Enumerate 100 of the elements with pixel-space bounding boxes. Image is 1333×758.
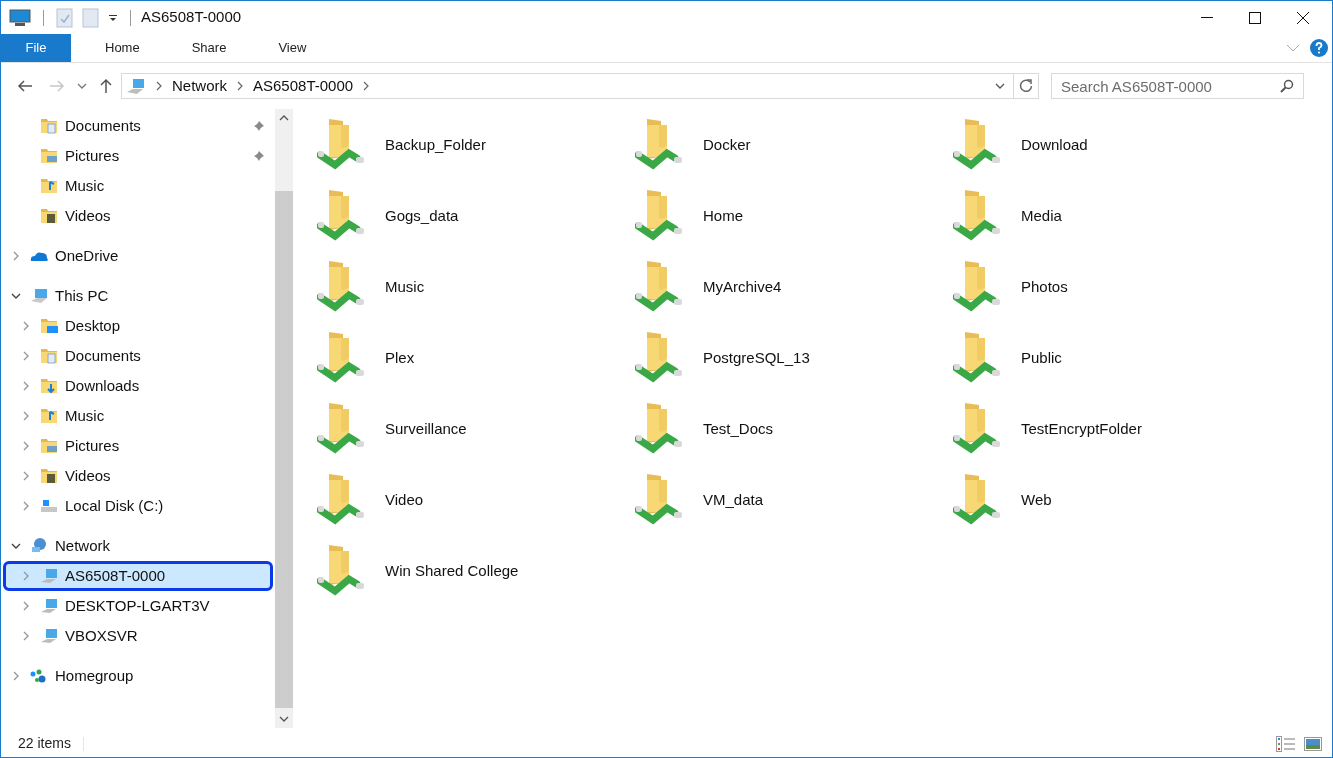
tree-item[interactable]: OneDrive <box>3 241 273 271</box>
chevron-right-icon[interactable] <box>11 671 21 681</box>
tree-item[interactable]: Music <box>3 401 273 431</box>
help-icon[interactable] <box>1310 39 1328 57</box>
tree-item[interactable]: Documents <box>3 341 273 371</box>
chevron-down-icon[interactable] <box>995 83 1005 89</box>
scrollbar[interactable] <box>275 109 293 728</box>
details-view-icon[interactable] <box>1276 735 1296 752</box>
tree-item-label: Downloads <box>65 375 141 396</box>
folder-item[interactable]: Home <box>635 186 953 246</box>
folder-item[interactable]: Plex <box>317 328 635 388</box>
folder-name: Music <box>385 276 425 297</box>
tree-item-label: OneDrive <box>55 245 120 266</box>
tree-item[interactable]: This PC <box>3 281 273 311</box>
tree-item[interactable]: Desktop <box>3 311 273 341</box>
folder-name: Plex <box>385 347 415 368</box>
scroll-up-icon[interactable] <box>279 115 289 121</box>
chevron-right-icon[interactable] <box>21 411 31 421</box>
chevron-right-icon[interactable] <box>21 351 31 361</box>
pin-icon[interactable] <box>253 120 265 132</box>
ribbon-tab[interactable]: Share <box>173 34 245 62</box>
large-icons-view-icon[interactable] <box>1304 736 1322 751</box>
folder-item[interactable]: Media <box>953 186 1271 246</box>
folder-item[interactable]: VM_data <box>635 470 953 530</box>
tree-item-label: Local Disk (C:) <box>65 495 165 516</box>
ribbon-tab[interactable]: File <box>1 34 71 62</box>
chevron-right-icon[interactable] <box>363 81 370 91</box>
chevron-right-icon[interactable] <box>21 631 31 641</box>
minimize-icon <box>1201 16 1213 19</box>
folder-item[interactable]: TestEncryptFolder <box>953 399 1271 459</box>
folder-item[interactable]: Test_Docs <box>635 399 953 459</box>
folder-item[interactable]: Win Shared College <box>317 541 635 601</box>
tree-item-label: Homegroup <box>55 665 135 686</box>
chevron-right-icon[interactable] <box>156 81 162 91</box>
tree-item-label: Pictures <box>65 435 121 456</box>
tree-item[interactable]: Videos <box>3 461 273 491</box>
tree-item-label: Videos <box>65 205 112 226</box>
chevron-right-icon[interactable] <box>21 501 31 511</box>
tree-item[interactable]: Downloads <box>3 371 273 401</box>
folder-item[interactable]: Gogs_data <box>317 186 635 246</box>
folder-item[interactable]: PostgreSQL_13 <box>635 328 953 388</box>
pin-icon[interactable] <box>253 150 265 162</box>
tree-item-label: Desktop <box>65 315 122 336</box>
chevron-right-icon[interactable] <box>21 471 31 481</box>
tree-item[interactable]: Network <box>3 531 273 561</box>
tree-item[interactable]: Documents <box>3 111 273 141</box>
chevron-right-icon[interactable] <box>21 321 31 331</box>
folder-item[interactable]: MyArchive4 <box>635 257 953 317</box>
address-bar[interactable]: Network AS6508T-0000 <box>121 73 1014 99</box>
chevron-right-icon[interactable] <box>21 601 31 611</box>
folder-item[interactable]: Public <box>953 328 1271 388</box>
scroll-down-icon[interactable] <box>279 716 289 722</box>
folder-name: Backup_Folder <box>385 134 486 155</box>
tree-item-label: Network <box>55 535 111 556</box>
computer-icon <box>126 77 146 95</box>
folder-name: MyArchive4 <box>703 276 782 297</box>
computer-icon[interactable] <box>9 8 31 27</box>
up-arrow-icon[interactable] <box>99 78 113 94</box>
folder-item[interactable]: Download <box>953 115 1271 175</box>
breadcrumb[interactable]: Network <box>172 74 227 98</box>
tree-item-label: Pictures <box>65 145 121 166</box>
tree-item[interactable]: Videos <box>3 201 273 231</box>
back-arrow-icon[interactable] <box>17 79 33 93</box>
chevron-down-icon[interactable] <box>11 291 21 301</box>
folder-name: Media <box>1021 205 1062 226</box>
folder-name: Photos <box>1021 276 1068 297</box>
ribbon-tab[interactable]: Home <box>87 34 158 62</box>
folder-item[interactable]: Surveillance <box>317 399 635 459</box>
tree-item[interactable]: Music <box>3 171 273 201</box>
folder-item[interactable]: Video <box>317 470 635 530</box>
folder-name: Public <box>1021 347 1062 368</box>
chevron-down-icon[interactable] <box>11 541 21 551</box>
ribbon-tab[interactable]: View <box>260 34 325 62</box>
dropdown-icon[interactable] <box>108 12 118 23</box>
chevron-right-icon[interactable] <box>11 251 21 261</box>
folder-item[interactable]: Web <box>953 470 1271 530</box>
scrollbar-thumb[interactable] <box>275 191 293 708</box>
search-field[interactable]: Search AS6508T-0000 <box>1051 73 1304 99</box>
tree-item[interactable]: DESKTOP-LGART3V <box>3 591 273 621</box>
tree-item[interactable]: Pictures <box>3 141 273 171</box>
tree-item[interactable]: Pictures <box>3 431 273 461</box>
breadcrumb[interactable]: AS6508T-0000 <box>253 74 354 98</box>
tree-item[interactable]: Homegroup <box>3 661 273 691</box>
folder-name: TestEncryptFolder <box>1021 418 1142 439</box>
tree-item[interactable]: Local Disk (C:) <box>3 491 273 521</box>
folder-name: Gogs_data <box>385 205 459 226</box>
folder-item[interactable]: Photos <box>953 257 1271 317</box>
folder-item[interactable]: Backup_Folder <box>317 115 635 175</box>
chevron-down-icon[interactable] <box>77 83 87 89</box>
chevron-right-icon[interactable] <box>21 441 31 451</box>
chevron-right-icon[interactable] <box>237 81 243 91</box>
folder-item[interactable]: Music <box>317 257 635 317</box>
chevron-right-icon[interactable] <box>21 381 31 391</box>
folder-item[interactable]: Docker <box>635 115 953 175</box>
tree-item[interactable]: VBOXSVR <box>3 621 273 651</box>
tree-item-label: This PC <box>55 285 110 306</box>
refresh-button[interactable] <box>1014 73 1039 99</box>
search-icon[interactable] <box>1280 79 1294 93</box>
properties-icon[interactable] <box>56 7 74 28</box>
tree-item[interactable]: AS6508T-0000 <box>3 561 273 591</box>
